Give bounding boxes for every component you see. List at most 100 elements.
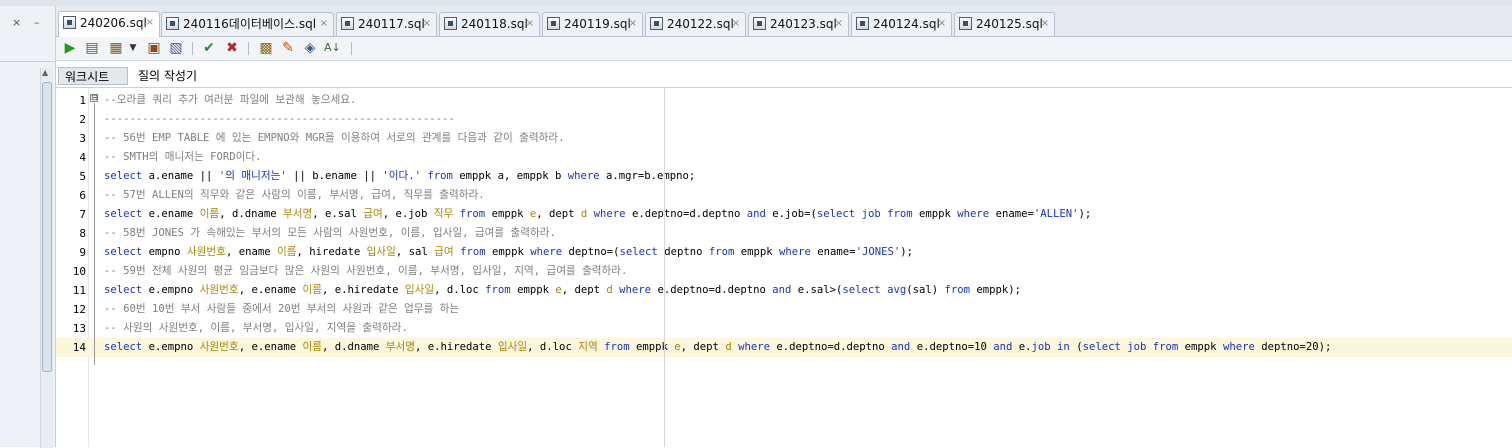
- tab-240124[interactable]: 240124.sql ×: [851, 12, 952, 36]
- code-text: -- 56번 EMP TABLE 에 있는 EMPNO와 MGR을 이용하여 서…: [104, 129, 565, 148]
- sql-history-icon[interactable]: ▩: [258, 40, 274, 56]
- code-line[interactable]: 4 -- SMTH의 매니저는 FORD이다.: [56, 148, 1512, 167]
- code-line[interactable]: 11 select e.empno 사원번호, e.ename 이름, e.hir…: [56, 281, 1512, 300]
- code-token: e.empno: [142, 341, 200, 353]
- tab-close-icon[interactable]: ×: [938, 13, 946, 35]
- worksheet-subtab-bar: 워크시트 질의 작성기: [56, 61, 1512, 88]
- dock-minimize-icon[interactable]: –: [34, 16, 40, 29]
- code-line[interactable]: 12 -- 60번 10번 부서 사람들 중에서 20번 부서의 사원과 같은 업…: [56, 300, 1512, 319]
- dock-scrollbar[interactable]: ▲: [40, 68, 53, 448]
- code-token: e.: [1012, 341, 1032, 353]
- code-token: deptno: [657, 246, 709, 258]
- fold-collapse-icon[interactable]: ⊟: [90, 94, 98, 102]
- code-line[interactable]: 7 select e.ename 이름, d.dname 부서명, e.sal 급…: [56, 205, 1512, 224]
- tab-240122[interactable]: 240122.sql ×: [645, 12, 746, 36]
- explain-plan-icon[interactable]: ▣: [146, 40, 162, 56]
- tab-label: 240206.sql: [80, 16, 147, 30]
- commit-icon[interactable]: ✔: [201, 40, 217, 56]
- code-text: select a.ename || '의 매니저는' || b.ename ||…: [104, 167, 695, 186]
- tab-close-icon[interactable]: ×: [423, 13, 431, 35]
- code-token: e.empno: [142, 284, 200, 296]
- tab-label: 240119.sql: [564, 17, 631, 31]
- code-token: emppk: [485, 246, 531, 258]
- code-token: job: [1127, 341, 1147, 353]
- toolbar-separator: [192, 42, 193, 55]
- code-token: 'JONES': [855, 246, 901, 258]
- code-token: where: [593, 208, 626, 220]
- tab-close-icon[interactable]: ×: [1041, 13, 1049, 35]
- tab-close-icon[interactable]: ×: [320, 13, 328, 35]
- code-token: , dept: [561, 284, 607, 296]
- code-token: from: [604, 341, 630, 353]
- code-token: 사원번호: [199, 341, 239, 353]
- subtab-worksheet[interactable]: 워크시트: [58, 67, 128, 85]
- code-token: ----------------------------------------…: [104, 113, 455, 125]
- code-token: select: [104, 170, 143, 182]
- sql-editor[interactable]: 1 --오라클 쿼리 추가 여러분 파일에 보관해 놓으세요. 2 ---------…: [56, 88, 1512, 447]
- code-token: -- 60번 10번 부서 사람들 중에서 20번 부서의 사원과 같은 업무를…: [104, 303, 460, 315]
- format-icon[interactable]: A↓: [324, 40, 341, 56]
- tab-240206[interactable]: 240206.sql ×: [58, 11, 160, 37]
- line-number: 10: [72, 265, 86, 278]
- sql-file-icon: [959, 17, 972, 30]
- dock-scrollbar-thumb[interactable]: [42, 82, 52, 372]
- rollback-icon[interactable]: ✖: [224, 40, 240, 56]
- code-token: in: [1057, 341, 1070, 353]
- code-token: deptno=20);: [1254, 341, 1332, 353]
- code-line[interactable]: 9 select empno 사원번호, ename 이름, hiredate 입…: [56, 243, 1512, 262]
- code-token: , d.dname: [219, 208, 283, 220]
- code-token: , e.ename: [238, 341, 303, 353]
- tab-close-icon[interactable]: ×: [629, 13, 637, 35]
- line-number: 7: [79, 208, 86, 221]
- tab-240125[interactable]: 240125.sql ×: [954, 12, 1055, 36]
- run-statement-icon[interactable]: ▶: [62, 40, 78, 56]
- code-token: e.deptno=d.deptno: [625, 208, 747, 220]
- tab-close-icon[interactable]: ×: [732, 13, 740, 35]
- code-token: deptno=(: [562, 246, 620, 258]
- code-token: 사원번호: [199, 284, 239, 296]
- tab-close-icon[interactable]: ×: [146, 12, 154, 34]
- tab-240118[interactable]: 240118.sql ×: [439, 12, 540, 36]
- code-token: emppk);: [970, 284, 1022, 296]
- tab-240116[interactable]: 240116데이터베이스.sql ×: [161, 12, 334, 36]
- code-line[interactable]: 6 -- 57번 ALLEN의 직무와 같은 사람의 이름, 부서명, 급여, 직…: [56, 186, 1512, 205]
- subtab-query-builder[interactable]: 질의 작성기: [132, 67, 203, 85]
- code-token: select: [104, 341, 143, 353]
- code-line[interactable]: 8 -- 58번 JONES 가 속해있는 부서의 모든 사람의 사원번호, 이름…: [56, 224, 1512, 243]
- tab-close-icon[interactable]: ×: [526, 13, 534, 35]
- code-token: empno: [142, 246, 187, 258]
- line-number: 11: [72, 284, 86, 297]
- code-line[interactable]: 5 select a.ename || '의 매니저는' || b.ename |…: [56, 167, 1512, 186]
- code-token: -- 57번 ALLEN의 직무와 같은 사람의 이름, 부서명, 급여, 직무…: [104, 189, 485, 201]
- toolbar-separator: [351, 42, 352, 55]
- code-token: 'ALLEN': [1033, 208, 1079, 220]
- sql-tuning-icon[interactable]: ▧: [168, 40, 184, 56]
- code-token: a.mgr=b.empno;: [599, 170, 696, 182]
- code-line[interactable]: 3 -- 56번 EMP TABLE 에 있는 EMPNO와 MGR을 이용하여 …: [56, 129, 1512, 148]
- tab-240117[interactable]: 240117.sql ×: [336, 12, 437, 36]
- code-line[interactable]: 10 -- 59번 전체 사원의 평균 임금보다 많은 사원의 사원번호, 이름,…: [56, 262, 1512, 281]
- dropdown-icon[interactable]: ▼: [128, 40, 138, 56]
- connection-icon[interactable]: ◈: [302, 40, 318, 56]
- run-script-icon[interactable]: ▤: [84, 40, 100, 56]
- code-line[interactable]: 14 select e.empno 사원번호, e.ename 이름, d.dna…: [56, 338, 1512, 357]
- tab-240123[interactable]: 240123.sql ×: [748, 12, 849, 36]
- code-text: -- SMTH의 매니저는 FORD이다.: [104, 148, 262, 167]
- line-number: 6: [79, 189, 86, 202]
- code-text: -- 58번 JONES 가 속해있는 부서의 모든 사람의 사원번호, 이름,…: [104, 224, 556, 243]
- autotrace-icon[interactable]: ▦: [108, 40, 124, 56]
- sql-file-icon: [650, 17, 663, 30]
- code-line[interactable]: 13 -- 사원의 사원번호, 이름, 부서명, 입사일, 지역을 출력하라.: [56, 319, 1512, 338]
- code-line[interactable]: 1 --오라클 쿼리 추가 여러분 파일에 보관해 놓으세요.: [56, 91, 1512, 110]
- code-token: e.sal>(: [791, 284, 843, 296]
- dock-close-icon[interactable]: ×: [12, 16, 21, 29]
- code-token: -- SMTH의 매니저는 FORD이다.: [104, 151, 262, 163]
- code-line[interactable]: 2 ---------------------------------------…: [56, 110, 1512, 129]
- editor-tab-bar: 240206.sql × 240116데이터베이스.sql × 240117.sql…: [56, 6, 1512, 37]
- code-token: from: [459, 208, 486, 220]
- tab-close-icon[interactable]: ×: [835, 13, 843, 35]
- eraser-icon[interactable]: ✎: [280, 40, 296, 56]
- tab-240119[interactable]: 240119.sql ×: [542, 12, 643, 36]
- scroll-up-arrow-icon[interactable]: ▲: [42, 68, 48, 77]
- code-token: from: [708, 246, 735, 258]
